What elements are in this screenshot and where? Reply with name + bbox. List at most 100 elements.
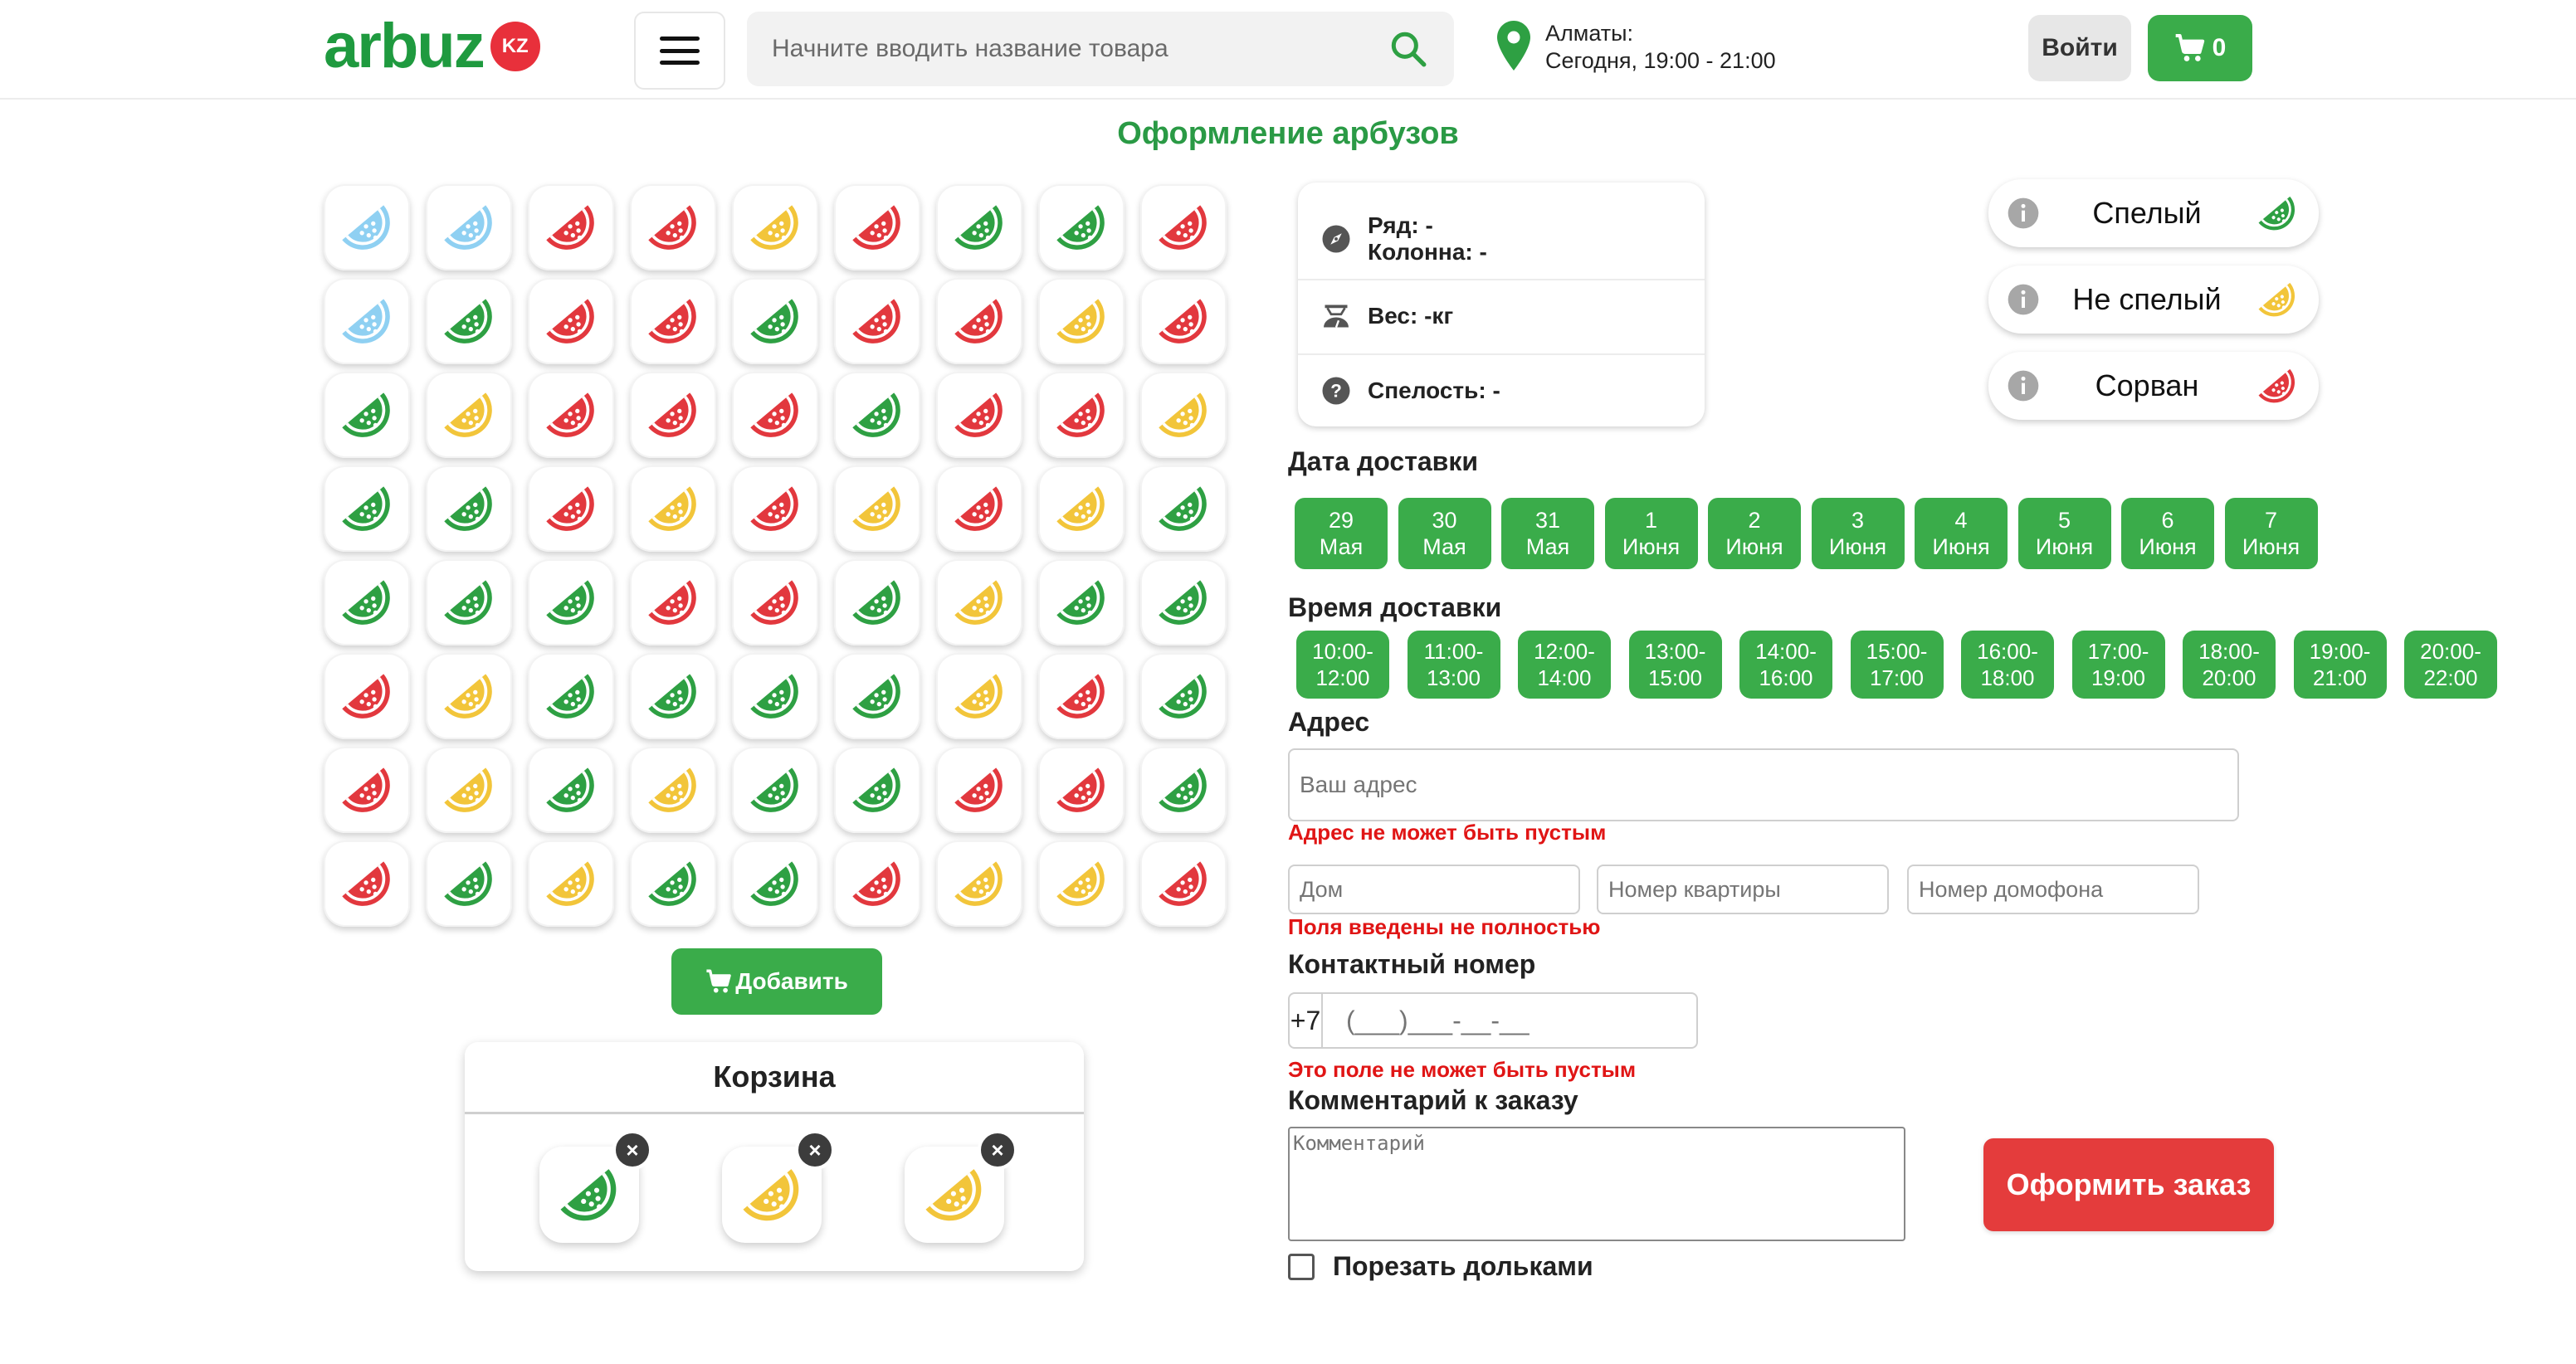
watermelon-cell[interactable] [936, 372, 1022, 458]
address-input[interactable] [1288, 748, 2239, 821]
legend-item-ripe[interactable]: Спелый [1988, 179, 2319, 247]
watermelon-cell[interactable] [732, 372, 818, 458]
watermelon-cell[interactable] [1038, 559, 1125, 645]
close-icon[interactable]: × [978, 1130, 1017, 1170]
watermelon-cell[interactable] [630, 372, 716, 458]
delivery-time-button[interactable]: 11:00- 13:00 [1407, 631, 1500, 699]
watermelon-cell[interactable] [630, 653, 716, 739]
watermelon-cell[interactable] [834, 653, 920, 739]
watermelon-cell[interactable] [630, 278, 716, 364]
watermelon-cell[interactable] [1140, 840, 1227, 927]
search-input[interactable] [747, 12, 1388, 86]
info-icon[interactable] [2007, 283, 2040, 316]
house-input[interactable] [1288, 865, 1580, 914]
watermelon-cell[interactable] [426, 559, 512, 645]
watermelon-cell[interactable] [1140, 559, 1227, 645]
delivery-time-button[interactable]: 13:00- 15:00 [1628, 631, 1722, 699]
watermelon-cell[interactable] [1140, 465, 1227, 552]
watermelon-cell[interactable] [1140, 184, 1227, 270]
basket-item[interactable]: × [905, 1130, 1017, 1243]
watermelon-cell[interactable] [834, 747, 920, 833]
watermelon-cell[interactable] [1038, 840, 1125, 927]
watermelon-cell[interactable] [324, 184, 410, 270]
watermelon-cell[interactable] [834, 559, 920, 645]
watermelon-cell[interactable] [426, 184, 512, 270]
delivery-time-button[interactable]: 17:00- 19:00 [2071, 631, 2165, 699]
watermelon-cell[interactable] [1038, 465, 1125, 552]
watermelon-cell[interactable] [732, 278, 818, 364]
watermelon-cell[interactable] [1140, 747, 1227, 833]
watermelon-cell[interactable] [1038, 372, 1125, 458]
delivery-date-button[interactable]: 6 Июня [2121, 498, 2214, 569]
delivery-time-button[interactable]: 14:00- 16:00 [1739, 631, 1832, 699]
watermelon-cell[interactable] [936, 184, 1022, 270]
watermelon-cell[interactable] [1140, 372, 1227, 458]
watermelon-cell[interactable] [732, 840, 818, 927]
delivery-date-button[interactable]: 7 Июня [2224, 498, 2318, 569]
comment-textarea[interactable] [1288, 1127, 1905, 1241]
login-button[interactable]: Войти [2028, 15, 2131, 81]
delivery-time-button[interactable]: 15:00- 17:00 [1850, 631, 1944, 699]
watermelon-cell[interactable] [630, 840, 716, 927]
watermelon-cell[interactable] [528, 465, 614, 552]
watermelon-cell[interactable] [528, 184, 614, 270]
watermelon-cell[interactable] [834, 840, 920, 927]
watermelon-cell[interactable] [528, 747, 614, 833]
watermelon-cell[interactable] [834, 184, 920, 270]
delivery-location[interactable]: Алматы: Сегодня, 19:00 - 21:00 [1497, 20, 1776, 75]
basket-item[interactable]: × [539, 1130, 652, 1243]
watermelon-cell[interactable] [732, 653, 818, 739]
watermelon-cell[interactable] [324, 840, 410, 927]
watermelon-cell[interactable] [936, 747, 1022, 833]
delivery-date-button[interactable]: 30 Мая [1398, 498, 1491, 569]
watermelon-cell[interactable] [528, 653, 614, 739]
watermelon-cell[interactable] [324, 559, 410, 645]
delivery-date-button[interactable]: 1 Июня [1604, 498, 1698, 569]
watermelon-cell[interactable] [1038, 184, 1125, 270]
watermelon-cell[interactable] [324, 747, 410, 833]
watermelon-cell[interactable] [732, 747, 818, 833]
watermelon-cell[interactable] [528, 372, 614, 458]
watermelon-cell[interactable] [630, 184, 716, 270]
watermelon-cell[interactable] [936, 840, 1022, 927]
delivery-date-button[interactable]: 2 Июня [1708, 498, 1801, 569]
watermelon-cell[interactable] [324, 653, 410, 739]
intercom-input[interactable] [1907, 865, 2199, 914]
cart-button[interactable]: 0 [2148, 15, 2252, 81]
delivery-time-button[interactable]: 19:00- 21:00 [2293, 631, 2387, 699]
info-icon[interactable] [2007, 197, 2040, 230]
watermelon-cell[interactable] [630, 465, 716, 552]
watermelon-cell[interactable] [732, 559, 818, 645]
watermelon-cell[interactable] [1038, 747, 1125, 833]
watermelon-cell[interactable] [426, 653, 512, 739]
watermelon-cell[interactable] [630, 747, 716, 833]
add-to-cart-button[interactable]: Добавить [671, 948, 882, 1015]
watermelon-cell[interactable] [1140, 653, 1227, 739]
info-icon[interactable] [2007, 369, 2040, 402]
delivery-time-button[interactable]: 10:00- 12:00 [1296, 631, 1389, 699]
basket-item[interactable]: × [722, 1130, 835, 1243]
watermelon-cell[interactable] [528, 278, 614, 364]
close-icon[interactable]: × [795, 1130, 835, 1170]
watermelon-cell[interactable] [936, 465, 1022, 552]
watermelon-cell[interactable] [324, 372, 410, 458]
delivery-time-button[interactable]: 12:00- 14:00 [1518, 631, 1611, 699]
apartment-input[interactable] [1597, 865, 1889, 914]
arbuz-logo[interactable]: arbuz KZ [324, 13, 540, 80]
close-icon[interactable]: × [612, 1130, 652, 1170]
delivery-date-button[interactable]: 4 Июня [1915, 498, 2008, 569]
watermelon-cell[interactable] [324, 465, 410, 552]
watermelon-cell[interactable] [426, 465, 512, 552]
delivery-time-button[interactable]: 18:00- 20:00 [2183, 631, 2276, 699]
watermelon-cell[interactable] [426, 747, 512, 833]
watermelon-cell[interactable] [324, 278, 410, 364]
delivery-time-button[interactable]: 20:00- 22:00 [2404, 631, 2497, 699]
delivery-date-button[interactable]: 29 Мая [1295, 498, 1388, 569]
watermelon-cell[interactable] [1038, 278, 1125, 364]
watermelon-cell[interactable] [834, 278, 920, 364]
watermelon-cell[interactable] [936, 559, 1022, 645]
delivery-time-button[interactable]: 16:00- 18:00 [1961, 631, 2054, 699]
slice-checkbox[interactable] [1288, 1253, 1315, 1280]
delivery-date-button[interactable]: 3 Июня [1811, 498, 1905, 569]
watermelon-cell[interactable] [1038, 653, 1125, 739]
